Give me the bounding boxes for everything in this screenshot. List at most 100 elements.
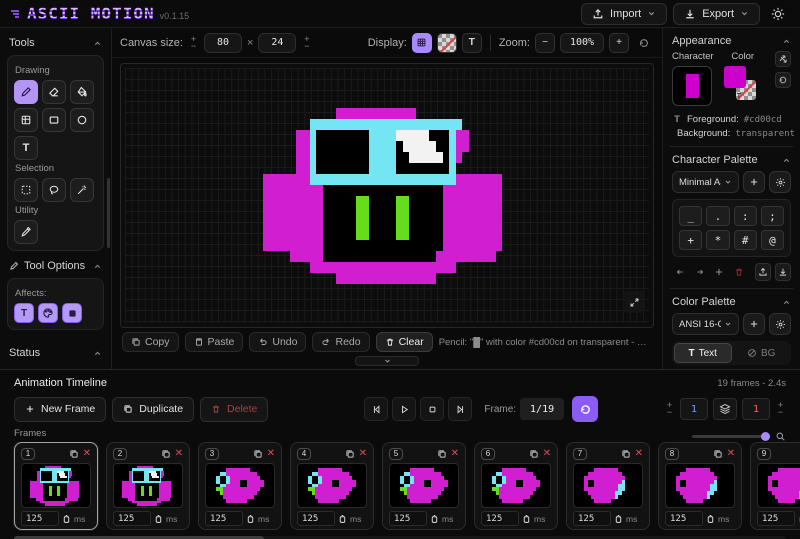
status-section-header[interactable]: Status: [7, 344, 104, 362]
frame-thumbnail[interactable]: [481, 463, 551, 508]
frame-card[interactable]: 1 ✕ 125 ms: [14, 442, 98, 530]
delete-frame-icon[interactable]: ✕: [359, 449, 367, 459]
copy-button[interactable]: Copy: [122, 332, 179, 352]
magic-wand-tool-button[interactable]: [70, 178, 94, 202]
frame-thumbnail[interactable]: [21, 463, 91, 508]
rect-select-tool-button[interactable]: [14, 178, 38, 202]
canvas-width-input[interactable]: 80: [204, 33, 242, 53]
toggle-text-overlay-button[interactable]: T: [462, 33, 482, 53]
stepper-minus[interactable]: −: [775, 409, 786, 416]
canvas-height-stepper[interactable]: +−: [301, 36, 312, 50]
palette-character-button[interactable]: _: [679, 206, 702, 226]
frame-thumbnail[interactable]: [757, 463, 800, 508]
import-button[interactable]: Import: [581, 3, 667, 25]
frame-duration-input[interactable]: 125: [297, 511, 335, 526]
eyedropper-tool-button[interactable]: [14, 220, 38, 244]
slider-knob[interactable]: [761, 432, 770, 441]
palette-character-button[interactable]: @: [761, 230, 784, 250]
duplicate-frame-button[interactable]: Duplicate: [112, 397, 194, 422]
frame-card[interactable]: 2 ✕ 125 ms: [106, 442, 190, 530]
duplicate-frame-icon[interactable]: [161, 449, 171, 459]
export-palette-button[interactable]: [755, 263, 771, 281]
palette-character-button[interactable]: +: [679, 230, 702, 250]
frame-thumbnail[interactable]: [113, 463, 183, 508]
reset-colors-button[interactable]: [775, 72, 791, 88]
frame-thumbnail[interactable]: [573, 463, 643, 508]
frame-duration-input[interactable]: 125: [757, 511, 795, 526]
frame-card[interactable]: 3 ✕ 125 ms: [198, 442, 282, 530]
frame-thumbnail[interactable]: [665, 463, 735, 508]
sidebar-scrollbar[interactable]: [107, 178, 110, 248]
frame-duration-input[interactable]: 125: [21, 511, 59, 526]
drawing-canvas[interactable]: [120, 63, 654, 328]
delete-frame-icon[interactable]: ✕: [451, 449, 459, 459]
frame-duration-input[interactable]: 125: [665, 511, 703, 526]
duplicate-frame-icon[interactable]: [529, 449, 539, 459]
swap-colors-button[interactable]: [775, 51, 791, 67]
frame-card[interactable]: 6 ✕ 125 ms: [474, 442, 558, 530]
rectangle-tool-button[interactable]: [42, 108, 66, 132]
duplicate-frame-icon[interactable]: [621, 449, 631, 459]
character-palette-settings-button[interactable]: [769, 171, 791, 193]
import-palette-button[interactable]: [775, 263, 791, 281]
affects-color-toggle[interactable]: [38, 303, 58, 323]
character-palette-select[interactable]: Minimal ASC: [672, 171, 739, 193]
redo-button[interactable]: Redo: [312, 332, 369, 352]
frame-card[interactable]: 8 ✕ 125 ms: [658, 442, 742, 530]
frame-duration-input[interactable]: 125: [205, 511, 243, 526]
delete-frame-icon[interactable]: ✕: [267, 449, 275, 459]
duplicate-frame-icon[interactable]: [437, 449, 447, 459]
clear-button[interactable]: Clear: [376, 332, 433, 352]
delete-frame-icon[interactable]: ✕: [635, 449, 643, 459]
paste-button[interactable]: Paste: [185, 332, 244, 352]
add-character-button[interactable]: [712, 263, 728, 281]
frame-duration-input[interactable]: 125: [481, 511, 519, 526]
frame-duration-input[interactable]: 125: [573, 511, 611, 526]
character-preview-swatch[interactable]: [672, 66, 712, 106]
lasso-tool-button[interactable]: [42, 178, 66, 202]
skip-to-end-button[interactable]: [448, 397, 472, 421]
palette-character-button[interactable]: ;: [761, 206, 784, 226]
foreground-color-swatch[interactable]: [724, 66, 746, 88]
color-palette-select[interactable]: ANSI 16-Col: [672, 313, 739, 335]
palette-character-button[interactable]: *: [706, 230, 729, 250]
onion-next-stepper[interactable]: +−: [775, 402, 786, 416]
delete-frame-icon[interactable]: ✕: [83, 449, 91, 459]
text-color-tab[interactable]: T Text: [674, 343, 732, 363]
duplicate-frame-icon[interactable]: [345, 449, 355, 459]
canvas-grid[interactable]: [125, 68, 649, 323]
delete-frame-icon[interactable]: ✕: [175, 449, 183, 459]
tool-options-section-header[interactable]: Tool Options: [7, 257, 104, 275]
appearance-section-header[interactable]: Appearance: [672, 35, 791, 49]
prev-character-button[interactable]: [672, 263, 688, 281]
stop-button[interactable]: [420, 397, 444, 421]
duplicate-frame-icon[interactable]: [713, 449, 723, 459]
frame-duration-input[interactable]: 125: [113, 511, 151, 526]
tools-section-header[interactable]: Tools: [7, 34, 104, 52]
new-frame-button[interactable]: New Frame: [14, 397, 106, 422]
canvas-expand-button[interactable]: [623, 291, 645, 313]
frame-card[interactable]: 4 ✕ 125 ms: [290, 442, 374, 530]
delete-character-button[interactable]: [731, 263, 747, 281]
palette-character-button[interactable]: .: [706, 206, 729, 226]
color-palette-section-header[interactable]: Color Palette: [672, 296, 791, 310]
frame-thumbnail[interactable]: [389, 463, 459, 508]
theme-toggle-button[interactable]: [766, 2, 790, 26]
zoom-reset-button[interactable]: [634, 33, 654, 53]
onion-skin-button[interactable]: [713, 398, 737, 420]
frame-size-slider[interactable]: [692, 435, 770, 438]
stepper-minus[interactable]: −: [664, 409, 675, 416]
eraser-tool-button[interactable]: [42, 80, 66, 104]
canvas-width-stepper[interactable]: +−: [188, 36, 199, 50]
palette-character-button[interactable]: #: [734, 230, 757, 250]
play-button[interactable]: [392, 397, 416, 421]
frame-thumbnail[interactable]: [297, 463, 367, 508]
canvas-height-input[interactable]: 24: [258, 33, 296, 53]
zoom-out-button[interactable]: −: [535, 33, 555, 53]
character-palette-section-header[interactable]: Character Palette: [672, 154, 791, 168]
loop-toggle-button[interactable]: [572, 396, 598, 422]
add-color-palette-button[interactable]: [743, 313, 765, 335]
skip-to-start-button[interactable]: [364, 397, 388, 421]
export-button[interactable]: Export: [673, 3, 760, 25]
ellipse-tool-button[interactable]: [70, 108, 94, 132]
